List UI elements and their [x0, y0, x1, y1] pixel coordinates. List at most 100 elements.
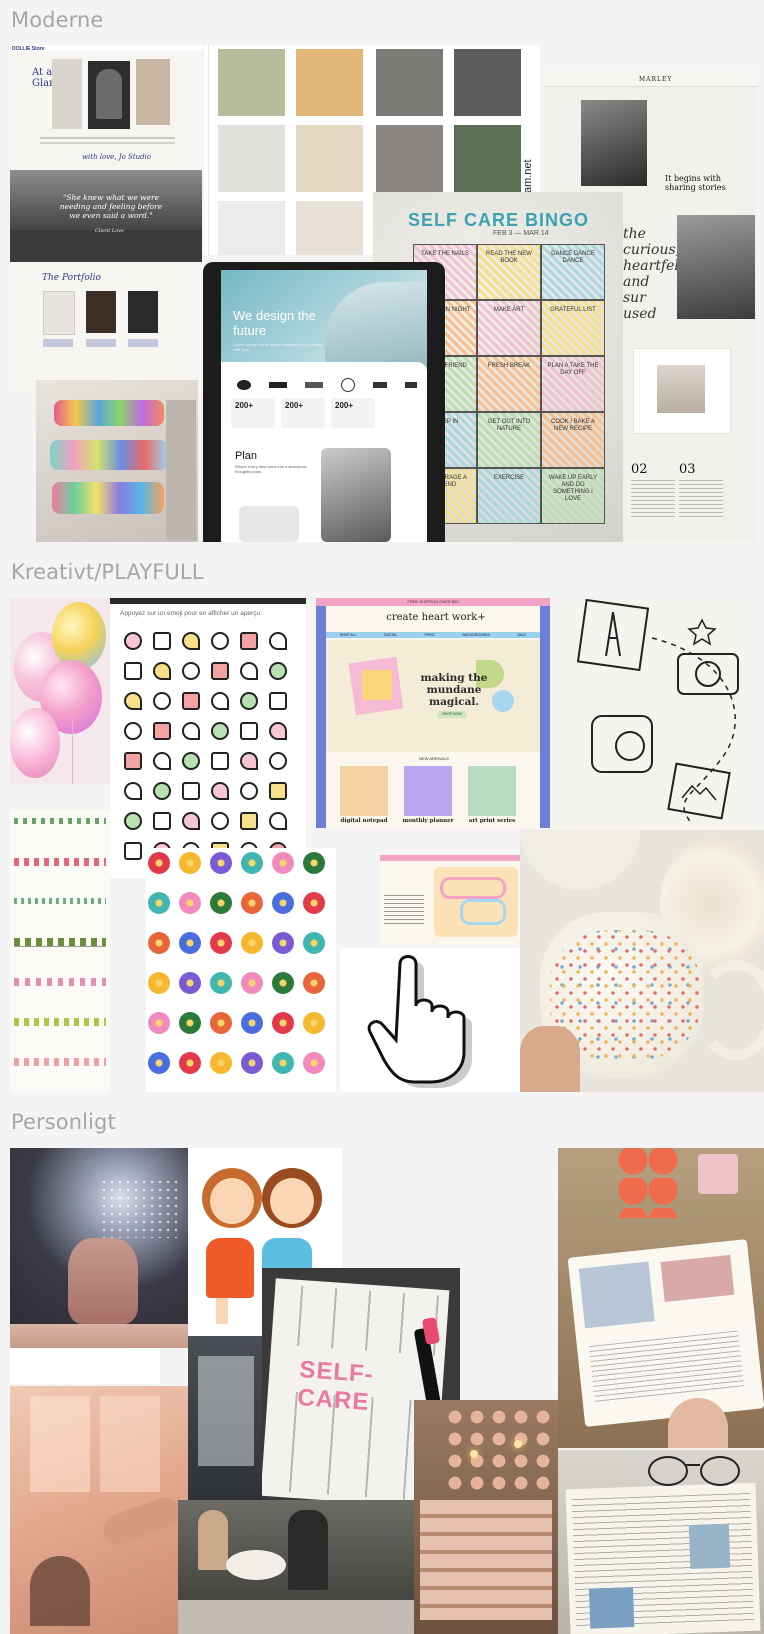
shop-product-3[interactable]: art print series: [464, 818, 520, 824]
flower-sticker-icon[interactable]: [303, 1052, 325, 1074]
flower-sticker-icon[interactable]: [303, 932, 325, 954]
shop-nav-item[interactable]: BACKGROUNDS: [463, 633, 490, 637]
emoji-icon[interactable]: [269, 752, 287, 770]
shop-product-2[interactable]: monthly planner: [400, 818, 456, 824]
emoji-icon[interactable]: [153, 782, 171, 800]
doodle-borders-image[interactable]: [10, 810, 110, 1092]
flower-sticker-icon[interactable]: [210, 932, 232, 954]
flower-sticker-icon[interactable]: [148, 1052, 170, 1074]
emoji-icon[interactable]: [269, 722, 287, 740]
shop-now-button[interactable]: SHOP NOW: [437, 711, 467, 718]
emoji-icon[interactable]: [124, 722, 142, 740]
emoji-icon[interactable]: [182, 632, 200, 650]
flower-sticker-icon[interactable]: [272, 852, 294, 874]
flower-sticker-icon[interactable]: [148, 892, 170, 914]
shop-nav-item[interactable]: PRINT: [425, 633, 436, 637]
flower-sticker-icon[interactable]: [272, 1052, 294, 1074]
flower-sticker-icon[interactable]: [241, 1012, 263, 1034]
flower-sticker-icon[interactable]: [210, 972, 232, 994]
flower-sticker-icon[interactable]: [272, 1012, 294, 1034]
flower-sticker-icon[interactable]: [241, 892, 263, 914]
flower-sticker-icon[interactable]: [148, 1012, 170, 1034]
emoji-icon[interactable]: [211, 752, 229, 770]
cafe-street-photo[interactable]: [178, 1500, 414, 1634]
travel-doodles-image[interactable]: [552, 598, 762, 830]
flower-sticker-icon[interactable]: [210, 1052, 232, 1074]
flower-sticker-icon[interactable]: [241, 1052, 263, 1074]
emoji-icon[interactable]: [182, 812, 200, 830]
hand-pointer-image[interactable]: [340, 948, 520, 1092]
flower-sticker-icon[interactable]: [241, 852, 263, 874]
flower-sticker-icon[interactable]: [303, 852, 325, 874]
yarn-shop-photo[interactable]: [414, 1400, 558, 1634]
shop-website-image[interactable]: FREE SHIPPING OVER $50 create heart work…: [316, 598, 550, 828]
emoji-icon[interactable]: [269, 782, 287, 800]
emoji-icon[interactable]: [269, 812, 287, 830]
emoji-icon[interactable]: [211, 812, 229, 830]
flower-sticker-icon[interactable]: [148, 852, 170, 874]
flower-sticker-icon[interactable]: [179, 852, 201, 874]
emoji-icon[interactable]: [182, 722, 200, 740]
shop-nav-item[interactable]: DIGITAL: [384, 633, 397, 637]
emoji-icon[interactable]: [153, 812, 171, 830]
tablet-mockup-image[interactable]: We design the future Lorem ipsum text of…: [203, 262, 445, 542]
emoji-icon[interactable]: [153, 692, 171, 710]
emoji-icon[interactable]: [269, 692, 287, 710]
emoji-icon[interactable]: [269, 662, 287, 680]
storefront-photo[interactable]: [188, 1336, 262, 1500]
flower-sticker-icon[interactable]: [179, 972, 201, 994]
flower-sticker-icon[interactable]: [179, 932, 201, 954]
emoji-icon[interactable]: [240, 722, 258, 740]
flower-sticker-icon[interactable]: [179, 1012, 201, 1034]
flower-sticker-icon[interactable]: [241, 972, 263, 994]
emoji-icon[interactable]: [240, 662, 258, 680]
flower-sticker-icon[interactable]: [303, 972, 325, 994]
emoji-icon[interactable]: [153, 722, 171, 740]
portfolio-website-image[interactable]: DOLLIE Store At a Glance with love, Jo S…: [10, 45, 202, 390]
emoji-icon[interactable]: [124, 842, 142, 860]
shop-nav-item[interactable]: SALE: [517, 633, 526, 637]
emoji-icon[interactable]: [240, 812, 258, 830]
shadow-hand-photo[interactable]: [10, 1386, 188, 1634]
planner-snippet-image[interactable]: [380, 855, 520, 945]
shop-product-1[interactable]: digital notepad: [336, 818, 392, 824]
flower-stickers-image[interactable]: [146, 848, 336, 1092]
flower-sticker-icon[interactable]: [210, 892, 232, 914]
emoji-icon[interactable]: [124, 692, 142, 710]
emoji-icon[interactable]: [124, 812, 142, 830]
flower-sticker-icon[interactable]: [148, 972, 170, 994]
yarn-cart-photo[interactable]: [36, 380, 198, 542]
journal-glasses-photo[interactable]: [558, 1450, 764, 1634]
scrapbook-journal-photo[interactable]: [558, 1148, 764, 1448]
flower-sticker-icon[interactable]: [179, 892, 201, 914]
floral-mugs-photo[interactable]: [520, 830, 764, 1092]
emoji-icon[interactable]: [124, 782, 142, 800]
sparkle-hands-photo[interactable]: [10, 1148, 188, 1348]
emoji-icon[interactable]: [240, 692, 258, 710]
flower-sticker-icon[interactable]: [179, 1052, 201, 1074]
emoji-icon[interactable]: [153, 752, 171, 770]
emoji-icon[interactable]: [182, 782, 200, 800]
emoji-icon[interactable]: [240, 632, 258, 650]
emoji-icon[interactable]: [211, 692, 229, 710]
flower-sticker-icon[interactable]: [148, 932, 170, 954]
emoji-icon[interactable]: [211, 662, 229, 680]
emoji-icon[interactable]: [211, 632, 229, 650]
flower-sticker-icon[interactable]: [241, 932, 263, 954]
balloons-photo[interactable]: [10, 598, 110, 784]
emoji-icon[interactable]: [124, 752, 142, 770]
emoji-icon[interactable]: [182, 752, 200, 770]
shop-nav-item[interactable]: SHOP ALL: [340, 633, 357, 637]
emoji-icon[interactable]: [211, 782, 229, 800]
emoji-icon[interactable]: [124, 662, 142, 680]
emoji-icon[interactable]: [182, 692, 200, 710]
flower-sticker-icon[interactable]: [303, 892, 325, 914]
flower-sticker-icon[interactable]: [272, 892, 294, 914]
flower-sticker-icon[interactable]: [210, 852, 232, 874]
flower-sticker-icon[interactable]: [272, 972, 294, 994]
emoji-icon[interactable]: [182, 662, 200, 680]
flower-sticker-icon[interactable]: [210, 1012, 232, 1034]
emoji-icon[interactable]: [124, 632, 142, 650]
emoji-icon[interactable]: [240, 782, 258, 800]
emoji-icon[interactable]: [240, 752, 258, 770]
